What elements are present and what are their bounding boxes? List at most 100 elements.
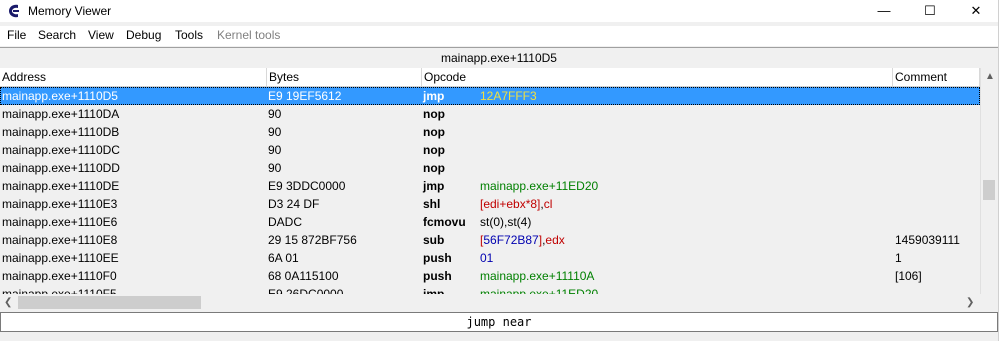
disassembly-list[interactable]: mainapp.exe+1110D5 E9 19EF5612 jmp 12A7FFF3…	[0, 87, 980, 294]
column-address[interactable]: Address	[0, 68, 267, 86]
status-text: jump near	[466, 315, 532, 329]
address-cell: mainapp.exe+1110F0	[2, 269, 117, 283]
address-cell: mainapp.exe+1110DA	[2, 107, 120, 121]
bytes-cell: 90	[268, 125, 282, 139]
opcode-cell: nop	[423, 143, 445, 157]
operand-token: edx	[545, 233, 565, 247]
scroll-up-icon[interactable]: ▲	[985, 68, 995, 85]
opcode-cell: fcmovu	[423, 215, 466, 229]
operand-token: mainapp.exe+11110A	[480, 269, 595, 283]
operands-cell: [56F72B87],edx	[480, 231, 565, 249]
opcode-cell: jmp	[423, 179, 445, 193]
menu-search[interactable]: Search	[38, 28, 76, 42]
bytes-cell: 90	[268, 143, 282, 157]
table-row[interactable]: mainapp.exe+1110E3 D3 24 DF shl [edi+ebx*8]…	[0, 195, 980, 213]
close-button[interactable]: ✕	[953, 0, 999, 22]
bytes-cell: E9 19EF5612	[268, 89, 342, 103]
scroll-left-icon[interactable]: ❮	[4, 294, 12, 311]
opcode-cell: nop	[423, 125, 445, 139]
bytes-cell: 68 0A115100	[268, 269, 339, 283]
address-cell: mainapp.exe+1110E3	[2, 197, 118, 211]
comment-cell: 1459039111	[895, 233, 960, 247]
operand-token: st(0),st(4)	[480, 215, 532, 229]
bytes-cell: E9 26DC0000	[268, 287, 344, 294]
menu-kernel-tools[interactable]: Kernel tools	[217, 28, 280, 42]
operands-cell: [edi+ebx*8],cl	[480, 195, 552, 213]
address-cell: mainapp.exe+1110DE	[2, 179, 120, 193]
operands-cell: 01	[480, 249, 493, 267]
address-cell: mainapp.exe+1110D5	[2, 89, 118, 103]
menu-debug[interactable]: Debug	[126, 28, 161, 42]
opcode-cell: shl	[423, 197, 441, 211]
maximize-button[interactable]: ☐	[907, 0, 953, 22]
address-bar[interactable]: mainapp.exe+1110D5	[0, 47, 998, 69]
operands-cell: mainapp.exe+11ED20	[480, 177, 598, 195]
bytes-cell: 90	[268, 107, 282, 121]
operand-token: 56F72B87	[483, 233, 539, 247]
address-cell: mainapp.exe+1110DC	[2, 143, 120, 157]
address-cell: mainapp.exe+1110DD	[2, 161, 120, 175]
table-row[interactable]: mainapp.exe+1110DA 90 nop	[0, 105, 980, 123]
minimize-button[interactable]: —	[861, 0, 907, 22]
opcode-cell: push	[423, 251, 452, 265]
operands-cell: 12A7FFF3	[480, 87, 537, 105]
operand-token: mainapp.exe+11ED20	[480, 179, 599, 193]
table-row[interactable]: mainapp.exe+1110E6 DADC fcmovu st(0),st(4)	[0, 213, 980, 231]
cheat-engine-icon	[9, 4, 19, 18]
table-row[interactable]: mainapp.exe+1110DB 90 nop	[0, 123, 980, 141]
address-cell: mainapp.exe+1110DB	[2, 125, 120, 139]
window-title: Memory Viewer	[28, 4, 112, 18]
opcode-cell: nop	[423, 161, 445, 175]
menu-view[interactable]: View	[88, 28, 114, 42]
instruction-description: jump near	[0, 312, 998, 332]
opcode-cell: jmp	[423, 89, 445, 103]
operand-token: cl	[543, 197, 553, 211]
opcode-cell: nop	[423, 107, 445, 121]
operand-token: 12A7FFF3	[480, 89, 537, 103]
comment-cell: 1	[895, 251, 902, 265]
vertical-scroll-thumb[interactable]	[983, 180, 995, 200]
address-cell: mainapp.exe+1110E8	[2, 233, 118, 247]
bytes-cell: 6A 01	[268, 251, 299, 265]
operands-cell: st(0),st(4)	[480, 213, 531, 231]
table-row[interactable]: mainapp.exe+1110D5 E9 19EF5612 jmp 12A7FFF3	[0, 87, 980, 105]
bytes-cell: DADC	[268, 215, 303, 229]
horizontal-scrollbar[interactable]: ❮ ❯	[0, 294, 980, 311]
menu-file[interactable]: File	[7, 28, 26, 42]
comment-cell: [106]	[895, 269, 922, 283]
table-row[interactable]: mainapp.exe+1110DC 90 nop	[0, 141, 980, 159]
table-row[interactable]: mainapp.exe+1110DD 90 nop	[0, 159, 980, 177]
menu-bar: File Search View Debug Tools Kernel tool…	[0, 26, 1000, 46]
menu-tools[interactable]: Tools	[175, 28, 203, 42]
bytes-cell: D3 24 DF	[268, 197, 320, 211]
address-cell: mainapp.exe+1110EE	[2, 251, 119, 265]
column-opcode[interactable]: Opcode	[422, 68, 893, 86]
operand-token: mainapp.exe+11ED20	[480, 287, 599, 294]
vertical-scrollbar[interactable]: ▲	[980, 68, 998, 294]
operand-token: [edi+ebx*8]	[480, 197, 541, 211]
address-cell: mainapp.exe+1110E6	[2, 215, 118, 229]
bytes-cell: 29 15 872BF756	[268, 233, 357, 247]
column-bytes[interactable]: Bytes	[267, 68, 422, 86]
column-comment[interactable]: Comment	[893, 68, 980, 86]
table-row[interactable]: mainapp.exe+1110E8 29 15 872BF756 sub [56F7…	[0, 231, 980, 249]
table-row[interactable]: mainapp.exe+1110F5 E9 26DC0000 jmp mainapp.…	[0, 285, 980, 294]
address-cell: mainapp.exe+1110F5	[2, 287, 117, 294]
bytes-cell: 90	[268, 161, 282, 175]
opcode-cell: jmp	[423, 287, 445, 294]
disassembly-header: Address Bytes Opcode Comment	[0, 68, 980, 87]
bytes-cell: E9 3DDC0000	[268, 179, 346, 193]
opcode-cell: sub	[423, 233, 445, 247]
operands-cell: mainapp.exe+11ED20	[480, 285, 598, 294]
table-row[interactable]: mainapp.exe+1110EE 6A 01 push 01 1	[0, 249, 980, 267]
scroll-right-icon[interactable]: ❯	[966, 294, 974, 311]
background-window-edge	[998, 0, 1005, 341]
address-bar-label: mainapp.exe+1110D5	[441, 51, 557, 65]
operands-cell: mainapp.exe+11110A	[480, 267, 594, 285]
opcode-cell: push	[423, 269, 452, 283]
table-row[interactable]: mainapp.exe+1110F0 68 0A115100 push mainapp…	[0, 267, 980, 285]
table-row[interactable]: mainapp.exe+1110DE E9 3DDC0000 jmp mainapp.…	[0, 177, 980, 195]
title-bar: Memory Viewer — ☐ ✕	[0, 0, 1000, 22]
operand-token: 01	[480, 251, 494, 265]
horizontal-scroll-thumb[interactable]	[18, 296, 201, 309]
